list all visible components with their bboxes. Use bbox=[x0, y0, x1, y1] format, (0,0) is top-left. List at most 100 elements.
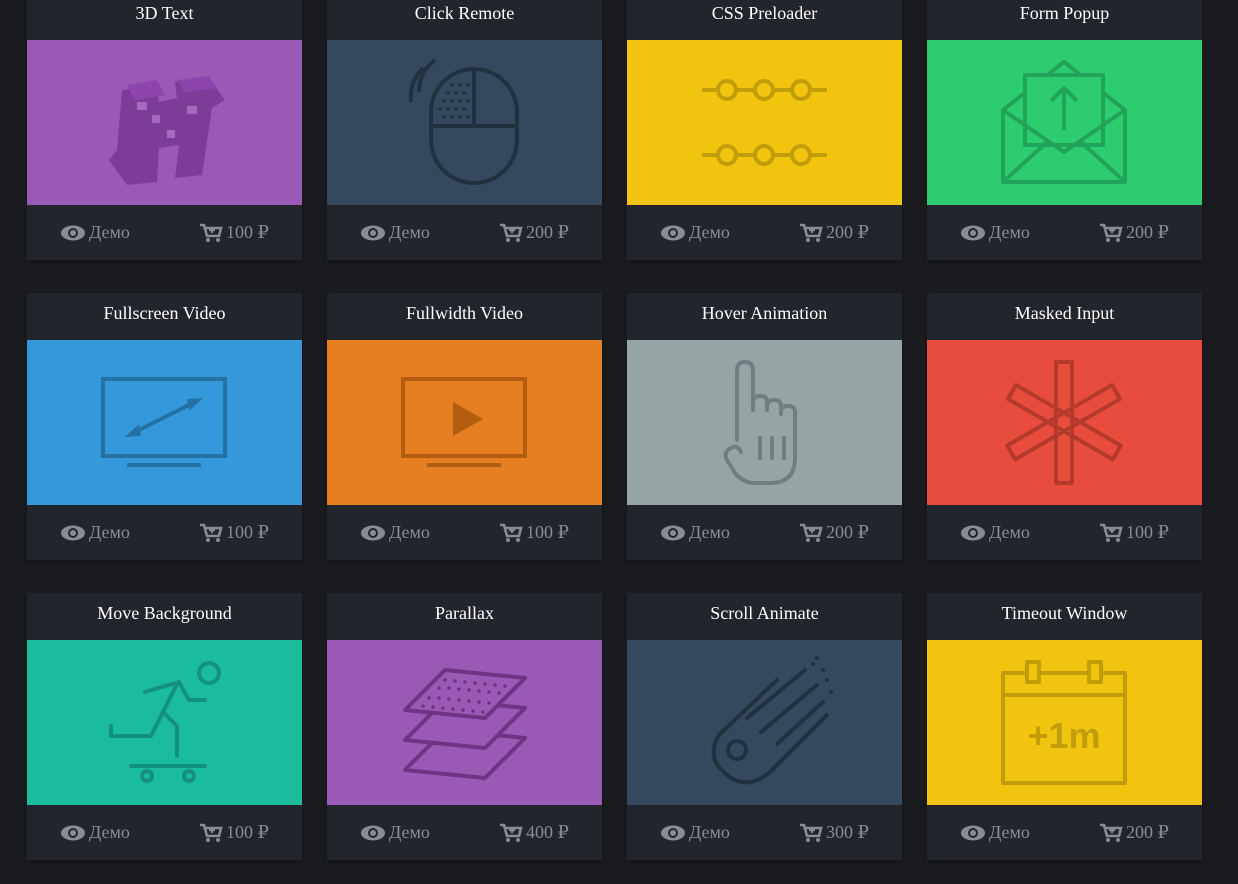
buy-link[interactable]: 200 ₽ bbox=[1099, 822, 1169, 843]
buy-link[interactable]: 100 ₽ bbox=[199, 522, 269, 543]
product-card: Fullscreen Video Демо 100 ₽ bbox=[27, 293, 302, 560]
demo-link[interactable]: Демо bbox=[660, 822, 730, 843]
demo-link[interactable]: Демо bbox=[360, 822, 430, 843]
price-label: 200 ₽ bbox=[826, 522, 869, 542]
product-card: 3D Text Демо 100 ₽ bbox=[27, 0, 302, 260]
price-label: 100 ₽ bbox=[226, 522, 269, 542]
price-label: 100 ₽ bbox=[226, 822, 269, 842]
card-preview[interactable] bbox=[927, 40, 1202, 205]
card-footer: Демо 200 ₽ bbox=[927, 205, 1202, 260]
demo-label: Демо bbox=[89, 822, 130, 842]
calendar-plus-icon: +1m bbox=[927, 640, 1202, 805]
demo-link[interactable]: Демо bbox=[60, 822, 130, 843]
cart-icon bbox=[200, 523, 223, 542]
card-title: Move Background bbox=[97, 603, 232, 623]
buy-link[interactable]: 100 ₽ bbox=[1099, 522, 1169, 543]
buy-link[interactable]: 300 ₽ bbox=[799, 822, 869, 843]
card-preview[interactable]: +1m bbox=[927, 640, 1202, 805]
eye-icon bbox=[361, 825, 385, 840]
card-title: Click Remote bbox=[414, 3, 515, 23]
product-card: Click Remote Демо 200 ₽ bbox=[327, 0, 602, 260]
demo-link[interactable]: Демо bbox=[660, 222, 730, 243]
pointing-hand-icon bbox=[627, 340, 902, 505]
card-footer: Демо 200 ₽ bbox=[627, 205, 902, 260]
card-title: 3D Text bbox=[135, 3, 194, 23]
asterisk-icon bbox=[927, 340, 1202, 505]
card-footer: Демо 100 ₽ bbox=[327, 505, 602, 560]
product-card: Scroll Animate Демо 300 ₽ bbox=[627, 593, 902, 860]
price-label: 100 ₽ bbox=[1126, 522, 1169, 542]
card-footer: Демо 400 ₽ bbox=[327, 805, 602, 860]
demo-label: Демо bbox=[389, 822, 430, 842]
card-footer: Демо 100 ₽ bbox=[27, 505, 302, 560]
card-preview[interactable] bbox=[27, 340, 302, 505]
price-label: 200 ₽ bbox=[526, 222, 569, 242]
card-title: Fullscreen Video bbox=[103, 303, 226, 323]
demo-link[interactable]: Демо bbox=[960, 822, 1030, 843]
demo-label: Демо bbox=[689, 522, 730, 542]
buy-link[interactable]: 100 ₽ bbox=[499, 522, 569, 543]
demo-label: Демо bbox=[689, 822, 730, 842]
layers-icon bbox=[327, 640, 602, 805]
buy-link[interactable]: 100 ₽ bbox=[199, 822, 269, 843]
card-footer: Демо 100 ₽ bbox=[27, 205, 302, 260]
preloader-dots-icon bbox=[627, 40, 902, 205]
card-footer: Демо 200 ₽ bbox=[327, 205, 602, 260]
demo-link[interactable]: Демо bbox=[960, 222, 1030, 243]
demo-link[interactable]: Демо bbox=[60, 522, 130, 543]
cart-icon bbox=[500, 223, 523, 242]
product-grid: 3D Text Демо 100 ₽ Click Remote Демо 200… bbox=[0, 0, 1238, 884]
cart-icon bbox=[800, 223, 823, 242]
cart-icon bbox=[200, 823, 223, 842]
eye-icon bbox=[961, 825, 985, 840]
mouse-click-icon bbox=[327, 40, 602, 205]
price-label: 200 ₽ bbox=[1126, 822, 1169, 842]
product-card: Move Background Демо 100 ₽ bbox=[27, 593, 302, 860]
price-label: 200 ₽ bbox=[1126, 222, 1169, 242]
buy-link[interactable]: 400 ₽ bbox=[499, 822, 569, 843]
eye-icon bbox=[61, 225, 85, 240]
card-preview[interactable] bbox=[27, 40, 302, 205]
price-label: 100 ₽ bbox=[226, 222, 269, 242]
demo-link[interactable]: Демо bbox=[60, 222, 130, 243]
demo-link[interactable]: Демо bbox=[360, 222, 430, 243]
price-label: 100 ₽ bbox=[526, 522, 569, 542]
buy-link[interactable]: 200 ₽ bbox=[799, 522, 869, 543]
card-preview[interactable] bbox=[627, 340, 902, 505]
demo-label: Демо bbox=[989, 522, 1030, 542]
demo-label: Демо bbox=[989, 222, 1030, 242]
card-title: Parallax bbox=[435, 603, 494, 623]
card-title: Scroll Animate bbox=[710, 603, 819, 623]
demo-label: Демо bbox=[989, 822, 1030, 842]
product-card: Hover Animation Демо 200 ₽ bbox=[627, 293, 902, 560]
eye-icon bbox=[361, 525, 385, 540]
eye-icon bbox=[661, 825, 685, 840]
card-preview[interactable] bbox=[327, 40, 602, 205]
buy-link[interactable]: 200 ₽ bbox=[499, 222, 569, 243]
product-card: CSS Preloader Демо 200 ₽ bbox=[627, 0, 902, 260]
product-card: Form Popup Демо 200 ₽ bbox=[927, 0, 1202, 260]
card-footer: Демо 200 ₽ bbox=[927, 805, 1202, 860]
card-preview[interactable] bbox=[327, 640, 602, 805]
card-preview[interactable] bbox=[27, 640, 302, 805]
cart-icon bbox=[1100, 523, 1123, 542]
card-preview[interactable] bbox=[627, 640, 902, 805]
buy-link[interactable]: 200 ₽ bbox=[1099, 222, 1169, 243]
card-preview[interactable] bbox=[927, 340, 1202, 505]
demo-link[interactable]: Демо bbox=[360, 522, 430, 543]
buy-link[interactable]: 200 ₽ bbox=[799, 222, 869, 243]
demo-link[interactable]: Демо bbox=[960, 522, 1030, 543]
comet-icon bbox=[627, 640, 902, 805]
eye-icon bbox=[61, 825, 85, 840]
card-footer: Демо 100 ₽ bbox=[27, 805, 302, 860]
demo-link[interactable]: Демо bbox=[660, 522, 730, 543]
card-title: Masked Input bbox=[1014, 303, 1115, 323]
card-preview[interactable] bbox=[327, 340, 602, 505]
price-label: 200 ₽ bbox=[826, 222, 869, 242]
cart-icon bbox=[1100, 223, 1123, 242]
eye-icon bbox=[361, 225, 385, 240]
skateboarder-icon bbox=[27, 640, 302, 805]
cart-icon bbox=[1100, 823, 1123, 842]
buy-link[interactable]: 100 ₽ bbox=[199, 222, 269, 243]
card-preview[interactable] bbox=[627, 40, 902, 205]
